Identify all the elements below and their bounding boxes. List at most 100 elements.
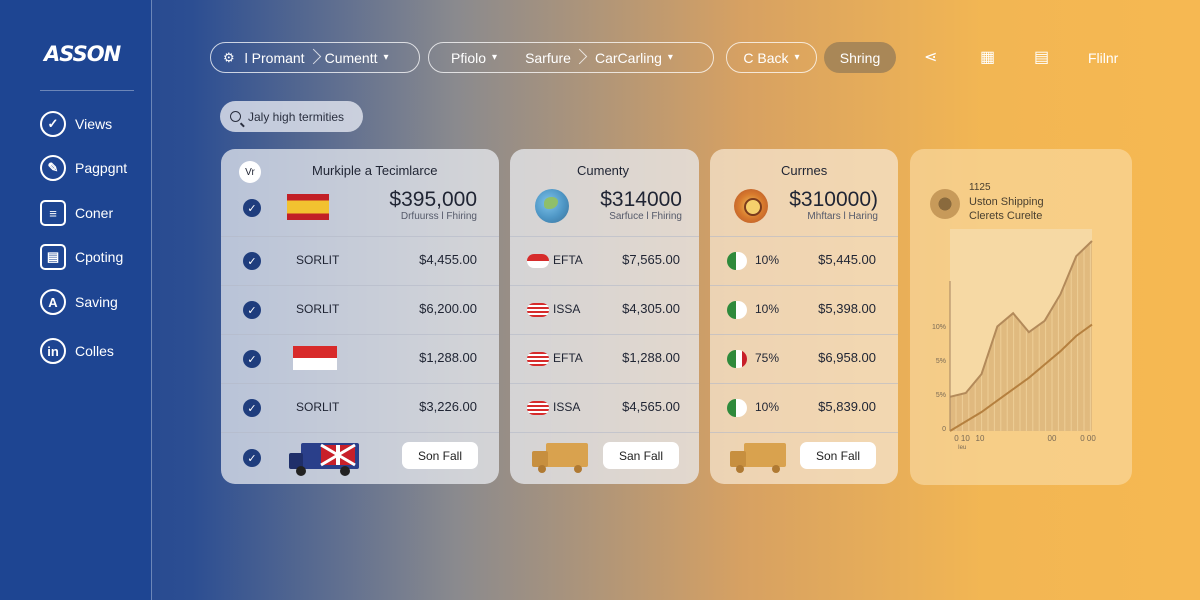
sidebar-divider — [40, 90, 134, 91]
card-currency: Cumenty $314000 Sarfuce l Fhiring EFTA $… — [510, 149, 699, 484]
x-caption: Ieu — [958, 445, 966, 451]
table-row[interactable]: ISSA $4,565.00 — [510, 383, 699, 432]
breadcrumb-pfiolo[interactable]: Pfiolo ▾ — [441, 43, 507, 72]
row-value: $4,565.00 — [622, 399, 680, 414]
row-value: $3,226.00 — [419, 399, 477, 414]
checkbox[interactable]: ✓ — [243, 399, 261, 417]
y-tick-label: 5% — [936, 358, 946, 365]
row-label: ISSA — [553, 302, 581, 316]
card-title: Currnes — [781, 163, 828, 178]
search-placeholder: Jaly high termities — [248, 109, 345, 124]
y-tick-label: 5% — [936, 392, 946, 399]
breadcrumb-cumentt[interactable]: Cumentt ▾ — [315, 43, 399, 72]
layers-icon: ▤ — [40, 244, 66, 270]
table-row[interactable]: ✓ $1,288.00 — [221, 334, 499, 383]
row-label: 10% — [755, 302, 780, 316]
table-row[interactable]: ✓ SORLIT $6,200.00 — [221, 285, 499, 334]
row-value: $6,958.00 — [818, 350, 876, 365]
card-amount: $395,000 — [389, 188, 477, 211]
flag-usa-icon — [527, 303, 549, 317]
breadcrumb-sarfure[interactable]: Sarfure — [507, 43, 581, 72]
row-label: SORLIT — [296, 302, 340, 316]
card-subtitle: Mhftars l Haring — [807, 211, 878, 222]
area-chart: 10% 5% 5% 0 0 10 10 00 0 00 Ieu — [932, 229, 1096, 451]
flag-icon — [293, 346, 337, 370]
globe-icon — [535, 189, 569, 223]
card-header: Vr Murkiple a Tecimlarce ✓ $395,000 Drfu… — [221, 149, 499, 236]
row-value: $5,839.00 — [818, 399, 876, 414]
back-dropdown[interactable]: C Back ▾ — [726, 42, 817, 73]
sidebar-item-cpoting[interactable]: ▤ Cpoting — [40, 243, 123, 271]
row-value: $1,288.00 — [419, 350, 477, 365]
truck-icon — [730, 443, 786, 473]
sidebar-item-colles[interactable]: in Colles — [40, 337, 114, 365]
son-fall-button[interactable]: Son Fall — [402, 442, 478, 469]
sidebar-item-label: Colles — [75, 343, 114, 359]
table-row[interactable]: EFTA $1,288.00 — [510, 334, 699, 383]
y-tick-label: 0 — [942, 426, 946, 433]
card-subtitle: Sarfuce l Fhiring — [609, 211, 682, 222]
checkbox[interactable]: ✓ — [243, 350, 261, 368]
table-row[interactable]: ISSA $4,305.00 — [510, 285, 699, 334]
checkbox[interactable]: ✓ — [243, 252, 261, 270]
row-label: EFTA — [553, 253, 583, 267]
card-title: Murkiple a Tecimlarce — [312, 163, 438, 178]
sidebar-item-label: Views — [75, 116, 113, 132]
sidebar-item-saving[interactable]: A Saving — [40, 288, 118, 316]
row-label: 10% — [755, 253, 780, 267]
flag-icon — [527, 254, 549, 268]
checkbox[interactable]: ✓ — [243, 199, 261, 217]
grid-icon[interactable]: ▦ — [980, 47, 995, 67]
chart-panel: 1125 Uston Shipping Clerets Curelte 10% 5… — [910, 149, 1132, 485]
chevron-down-icon: ▾ — [383, 52, 389, 63]
flag-icon — [727, 252, 747, 270]
card-footer: ✓ Son Fall — [221, 432, 499, 484]
sidebar-item-label: Cpoting — [75, 249, 124, 265]
card-badge: Vr — [239, 161, 261, 183]
breadcrumb-carcarling[interactable]: CarCarling ▾ — [581, 43, 683, 72]
y-tick-label: 10% — [932, 324, 946, 331]
document-icon: ≡ — [40, 200, 66, 226]
table-row[interactable]: EFTA $7,565.00 — [510, 236, 699, 285]
breadcrumb-promant[interactable]: l Promant — [235, 43, 315, 72]
back-label: C Back — [743, 49, 789, 66]
san-fall-button[interactable]: San Fall — [603, 442, 679, 469]
sidebar-item-pagpgnt[interactable]: ✎ Pagpgnt — [40, 154, 127, 182]
card-currencies: Currnes $310000) Mhftars l Haring 10% $5… — [710, 149, 898, 484]
card-header: Currnes $310000) Mhftars l Haring — [710, 149, 898, 236]
table-row[interactable]: 10% $5,839.00 — [710, 383, 898, 432]
breadcrumb-cumentt-label: Cumentt — [324, 49, 378, 66]
card-technical: Vr Murkiple a Tecimlarce ✓ $395,000 Drfu… — [221, 149, 499, 484]
row-value: $4,455.00 — [419, 252, 477, 267]
table-row[interactable]: 10% $5,398.00 — [710, 285, 898, 334]
checkbox[interactable]: ✓ — [243, 449, 261, 467]
sharing-button[interactable]: Shring — [824, 42, 896, 73]
in-circle-icon: in — [40, 338, 66, 364]
sidebar-item-label: Coner — [75, 205, 114, 221]
card-header: Cumenty $314000 Sarfuce l Fhiring — [510, 149, 699, 236]
table-row[interactable]: 75% $6,958.00 — [710, 334, 898, 383]
sidebar-item-label: Saving — [75, 294, 118, 310]
checkbox[interactable]: ✓ — [243, 301, 261, 319]
flag-usa-icon — [527, 401, 549, 415]
table-row[interactable]: ✓ SORLIT $4,455.00 — [221, 236, 499, 285]
chevron-down-icon: ▾ — [794, 52, 800, 63]
row-label: SORLIT — [296, 253, 340, 267]
table-row[interactable]: 10% $5,445.00 — [710, 236, 898, 285]
list-icon[interactable]: ▤ — [1034, 47, 1049, 67]
x-tick-label: 0 10 — [954, 434, 970, 443]
share-icon[interactable]: ⋖ — [924, 47, 937, 67]
breadcrumb-pfiolo-label: Pfiolo — [451, 49, 487, 66]
row-value: $4,305.00 — [622, 301, 680, 316]
flag-icon — [727, 399, 747, 417]
search-input[interactable]: Jaly high termities — [220, 101, 363, 132]
son-fall-button[interactable]: Son Fall — [800, 442, 876, 469]
table-row[interactable]: ✓ SORLIT $3,226.00 — [221, 383, 499, 432]
gear-icon[interactable]: ⚙ — [223, 50, 235, 66]
sidebar-item-coner[interactable]: ≡ Coner — [40, 199, 113, 227]
row-value: $1,288.00 — [622, 350, 680, 365]
filter-button[interactable]: Flilnr — [1088, 50, 1118, 66]
app-logo: ASSON — [44, 42, 121, 66]
breadcrumb-carcarling-label: CarCarling — [594, 49, 662, 66]
sidebar-item-views[interactable]: ✓ Views — [40, 110, 112, 138]
